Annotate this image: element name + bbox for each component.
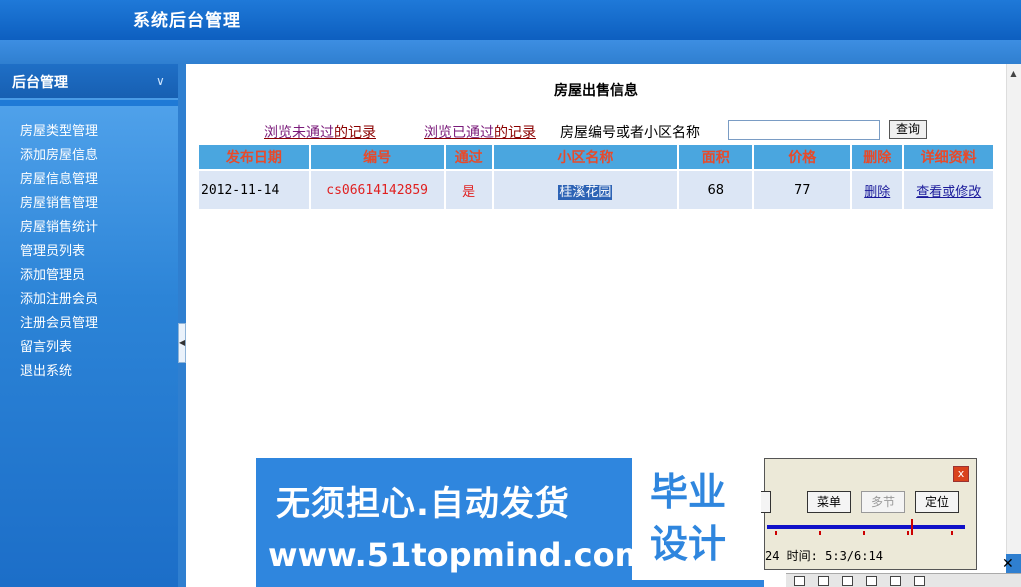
browse-unapproved-link[interactable]: 浏览未通过的记录	[264, 122, 376, 142]
sidebar-item-house-info[interactable]: 房屋信息管理	[0, 168, 178, 192]
sidebar-item-add-house[interactable]: 添加房屋信息	[0, 144, 178, 168]
table-row: 2012-11-14 cs06614142859 是 桂溪花园 68 77 删除…	[199, 171, 993, 209]
sidebar-item-sales-stats[interactable]: 房屋销售统计	[0, 216, 178, 240]
banner-logo-text: 毕业设计	[650, 470, 727, 566]
app-title: 系统后台管理	[133, 11, 241, 31]
browse-approved-label: 浏览已通过	[424, 125, 494, 141]
col-community-header: 小区名称	[493, 145, 677, 169]
view-edit-link[interactable]: 查看或修改	[916, 185, 981, 200]
sidebar-item-logout[interactable]: 退出系统	[0, 360, 178, 384]
player-dialog: x 菜单 多节 定位 24 时间: 5:3/6:14	[761, 458, 977, 570]
track-tick	[951, 531, 953, 535]
top-header: 系统后台管理	[0, 0, 1021, 40]
multi-section-button[interactable]: 多节	[861, 491, 905, 513]
sidebar-title: 后台管理	[12, 75, 68, 91]
track-tick	[863, 531, 865, 535]
banner-logo-box: 毕业设计	[632, 458, 764, 580]
close-icon[interactable]: ✕	[1002, 556, 1014, 572]
player-titlebar[interactable]	[765, 459, 976, 485]
search-label: 房屋编号或者小区名称	[560, 125, 700, 141]
banner-slogan: 无须担心.自动发货	[276, 484, 570, 524]
cell-community: 桂溪花园	[493, 171, 677, 209]
col-price-header: 价格	[754, 145, 851, 169]
browse-approved-link[interactable]: 浏览已通过的记录	[424, 122, 536, 142]
cell-detail: 查看或修改	[904, 171, 993, 209]
cell-passed: 是	[445, 171, 492, 209]
track-tick	[907, 531, 909, 535]
window-icon[interactable]	[794, 576, 805, 586]
delete-link[interactable]: 删除	[864, 185, 890, 200]
col-passed-header: 通过	[445, 145, 492, 169]
track-tick	[775, 531, 777, 535]
sidebar-item-member-manage[interactable]: 注册会员管理	[0, 312, 178, 336]
col-code-header: 编号	[310, 145, 444, 169]
promo-banner: 无须担心.自动发货 www.51topmind.com 毕业设计	[256, 458, 764, 587]
sidebar-item-house-sales[interactable]: 房屋销售管理	[0, 192, 178, 216]
menu-button[interactable]: 菜单	[807, 491, 851, 513]
col-area-header: 面积	[679, 145, 753, 169]
browse-unapproved-suffix: 的记录	[334, 125, 376, 141]
browse-unapproved-label: 浏览未通过	[264, 125, 334, 141]
search-button[interactable]: 查询	[889, 120, 927, 139]
cell-delete: 删除	[852, 171, 903, 209]
cell-date: 2012-11-14	[199, 171, 309, 209]
playhead-marker[interactable]	[911, 519, 913, 535]
banner-url: www.51topmind.com	[268, 536, 648, 574]
scroll-up-icon[interactable]: ▲	[1006, 66, 1021, 81]
sales-table: 发布日期 编号 通过 小区名称 面积 价格 删除 详细资料 2012-11-14…	[197, 143, 995, 211]
track-tick	[819, 531, 821, 535]
cell-code: cs06614142859	[310, 171, 444, 209]
community-name: 桂溪花园	[558, 184, 613, 200]
col-delete-header: 删除	[852, 145, 903, 169]
player-time: 24 时间: 5:3/6:14	[765, 549, 883, 563]
col-date-header: 发布日期	[199, 145, 309, 169]
player-button-partial[interactable]	[761, 491, 771, 513]
locate-button[interactable]: 定位	[915, 491, 959, 513]
sidebar: 后台管理 ∨ 房屋类型管理 添加房屋信息 房屋信息管理 房屋销售管理 房屋销售统…	[0, 64, 178, 587]
page-title: 房屋出售信息	[554, 83, 638, 99]
col-detail-header: 详细资料	[904, 145, 993, 169]
sidebar-item-messages[interactable]: 留言列表	[0, 336, 178, 360]
chevron-down-icon[interactable]: ∨	[156, 74, 165, 88]
progress-track[interactable]	[767, 525, 965, 529]
browse-approved-suffix: 的记录	[494, 125, 536, 141]
window-icon[interactable]	[914, 576, 925, 586]
vertical-scrollbar[interactable]	[1006, 64, 1021, 554]
close-icon[interactable]: x	[953, 466, 969, 482]
window-icon[interactable]	[866, 576, 877, 586]
cell-price: 77	[754, 171, 851, 209]
table-header-row: 发布日期 编号 通过 小区名称 面积 价格 删除 详细资料	[199, 145, 993, 169]
sidebar-item-house-type[interactable]: 房屋类型管理	[0, 120, 178, 144]
sidebar-item-add-admin[interactable]: 添加管理员	[0, 264, 178, 288]
header-band	[0, 40, 1021, 64]
sidebar-item-admin-list[interactable]: 管理员列表	[0, 240, 178, 264]
search-input[interactable]	[728, 120, 880, 140]
window-icon[interactable]	[818, 576, 829, 586]
window-icon[interactable]	[890, 576, 901, 586]
sidebar-header[interactable]: 后台管理 ∨	[0, 64, 178, 100]
sidebar-item-add-member[interactable]: 添加注册会员	[0, 288, 178, 312]
cell-area: 68	[679, 171, 753, 209]
window-icon[interactable]	[842, 576, 853, 586]
collapse-sidebar-icon[interactable]: ◀	[178, 323, 186, 363]
sidebar-menu: 房屋类型管理 添加房屋信息 房屋信息管理 房屋销售管理 房屋销售统计 管理员列表…	[0, 106, 178, 587]
